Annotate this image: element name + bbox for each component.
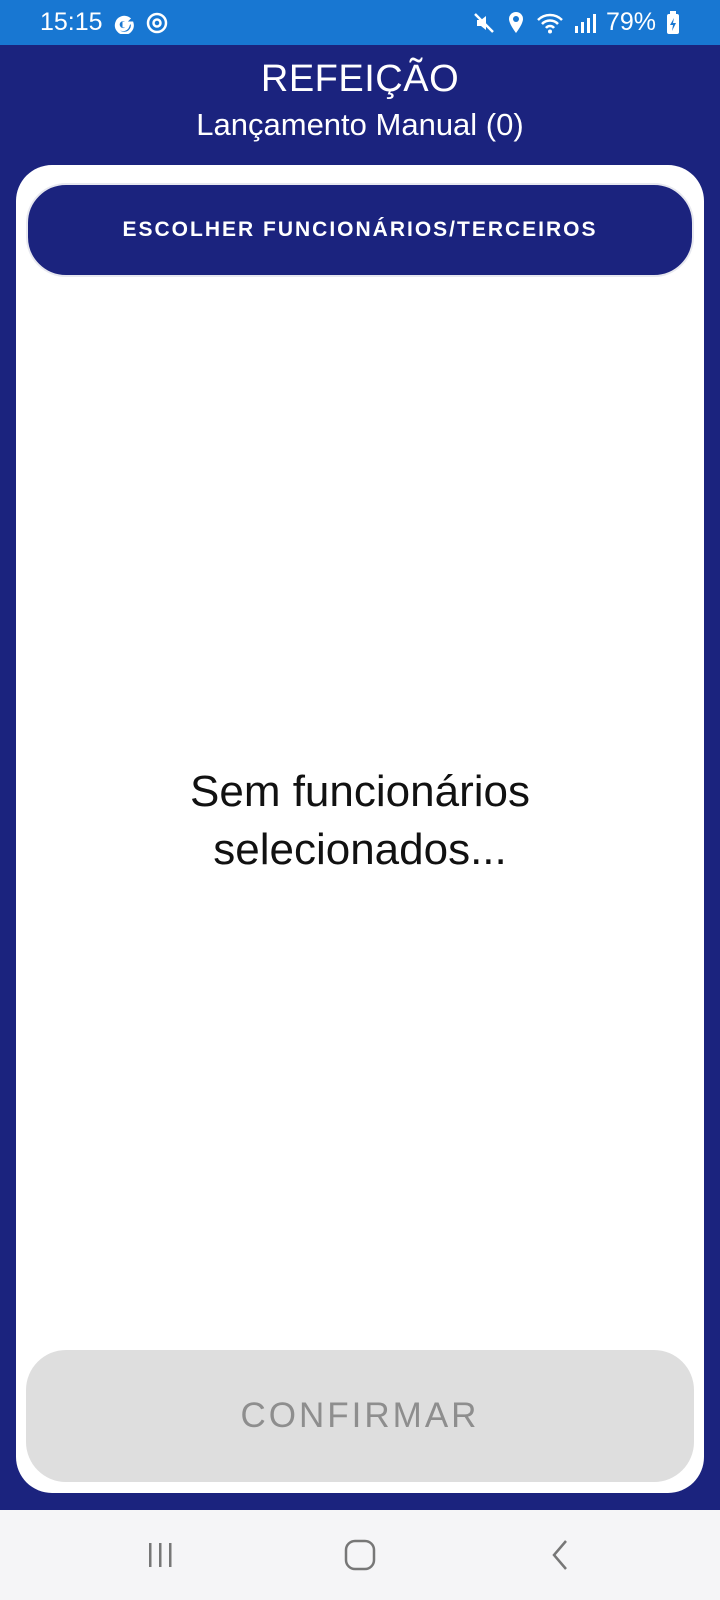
app-header: REFEIÇÃO Lançamento Manual (0) [0,45,720,165]
wifi-icon [536,12,564,34]
page-subtitle: Lançamento Manual (0) [196,107,524,142]
status-bar-right: 79% [472,8,680,37]
mute-icon [472,11,496,35]
sync-icon [145,11,169,35]
empty-message-line-2: selecionados... [213,825,507,874]
choose-employees-button[interactable]: ESCOLHER FUNCIONÁRIOS/TERCEIROS [26,183,694,277]
empty-message-line-1: Sem funcionários [190,767,530,816]
signal-icon [574,12,596,34]
page-title: REFEIÇÃO [260,58,460,100]
empty-state-message: Sem funcionários selecionados... [16,763,704,879]
content-card: ESCOLHER FUNCIONÁRIOS/TERCEIROS Sem func… [16,165,704,1493]
status-time: 15:15 [40,8,103,36]
recent-apps-icon[interactable] [140,1535,180,1575]
confirm-button[interactable]: CONFIRMAR [26,1350,694,1482]
battery-percent: 79% [605,8,656,36]
location-icon [506,11,526,35]
back-icon[interactable] [540,1535,580,1575]
status-bar-left: 15:15 [40,8,169,37]
home-icon[interactable] [340,1535,380,1575]
battery-charging-icon [666,10,680,35]
system-navigation-bar [0,1510,720,1600]
status-bar: 15:15 79% [0,0,720,45]
google-icon [113,12,135,34]
